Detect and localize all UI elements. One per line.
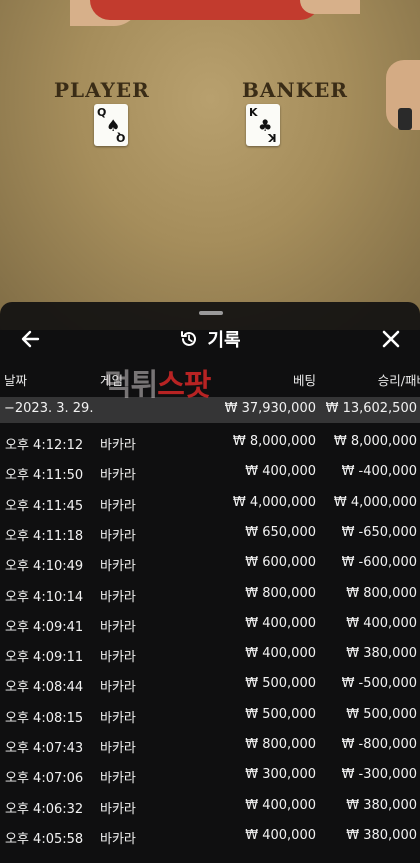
- history-row[interactable]: 오후 4:07:43 바카라 ₩ 800,000 ₩ -800,000: [0, 731, 420, 761]
- row-game: 바카라: [100, 438, 136, 453]
- row-time: 오후 4:12:12: [5, 438, 84, 453]
- history-row[interactable]: 오후 4:11:45 바카라 ₩ 4,000,000 ₩ 4,000,000: [0, 489, 420, 519]
- row-game: 바카라: [100, 710, 136, 726]
- summary-result-total: ₩ 13,602,500: [325, 401, 417, 416]
- history-row[interactable]: 오후 4:11:50 바카라 ₩ 400,000 ₩ -400,000: [0, 458, 420, 488]
- live-table-background: PLAYER BANKER Q ♠ Q K ♣ K: [0, 0, 420, 330]
- history-row[interactable]: 오후 4:09:41 바카라 ₩ 400,000 ₩ 400,000: [0, 610, 420, 640]
- column-header-result: 승리/패배: [377, 373, 420, 388]
- history-row[interactable]: 오후 4:09:11 바카라 ₩ 400,000 ₩ 380,000: [0, 640, 420, 670]
- row-bet: ₩ 400,000: [245, 615, 316, 631]
- history-row[interactable]: 오후 4:11:18 바카라 ₩ 650,000 ₩ -650,000: [0, 519, 420, 549]
- player-card: Q ♠ Q: [94, 104, 128, 146]
- row-game: 바카라: [100, 559, 136, 575]
- page-title: 기록: [207, 330, 241, 351]
- dealer-device: [398, 108, 412, 130]
- player-label: PLAYER: [54, 78, 150, 102]
- row-time: 오후 4:10:49: [5, 559, 84, 575]
- row-bet: ₩ 400,000: [245, 646, 316, 662]
- column-header-date: 날짜: [4, 373, 28, 388]
- row-bet: ₩ 300,000: [245, 767, 316, 783]
- row-game: 바카라: [100, 741, 136, 756]
- row-game: 바카라: [100, 589, 136, 605]
- dealer-dress: [90, 0, 320, 20]
- row-result: ₩ 500,000: [346, 706, 417, 722]
- row-time: 오후 4:08:44: [5, 680, 84, 696]
- banker-card: K ♣ K: [246, 104, 280, 146]
- site-watermark: 먹튀스팟: [104, 360, 211, 404]
- history-row[interactable]: 오후 4:08:15 바카라 ₩ 500,000 ₩ 500,000: [0, 701, 420, 731]
- row-result: ₩ 400,000: [346, 615, 417, 631]
- row-time: 오후 4:05:58: [5, 831, 84, 847]
- row-result: ₩ 4,000,000: [333, 494, 417, 510]
- row-game: 바카라: [100, 498, 136, 514]
- player-card-rank-bottom: Q: [115, 131, 125, 144]
- column-header-bet: 베팅: [292, 373, 316, 388]
- row-bet: ₩ 800,000: [245, 737, 316, 752]
- row-time: 오후 4:07:43: [5, 741, 84, 756]
- history-icon: [181, 331, 197, 346]
- row-result: ₩ 380,000: [346, 797, 417, 813]
- sheet-header: 기록: [0, 318, 420, 358]
- sheet-title-wrap: 기록: [0, 326, 420, 352]
- history-row[interactable]: 오후 4:05:58 바카라 ₩ 400,000 ₩ 380,000: [0, 822, 420, 852]
- row-bet: ₩ 500,000: [245, 706, 316, 722]
- row-bet: ₩ 400,000: [245, 464, 316, 480]
- row-game: 바카라: [100, 650, 136, 666]
- row-bet: ₩ 650,000: [245, 524, 316, 540]
- row-game: 바카라: [100, 468, 136, 484]
- row-bet: ₩ 400,000: [245, 827, 316, 843]
- row-time: 오후 4:11:50: [5, 468, 84, 484]
- row-game: 바카라: [100, 771, 136, 787]
- row-result: ₩ -600,000: [341, 555, 417, 571]
- row-result: ₩ -800,000: [341, 737, 417, 752]
- summary-bet-total: ₩ 37,930,000: [224, 401, 316, 416]
- dealer-arm-right: [300, 0, 360, 14]
- row-game: 바카라: [100, 801, 136, 817]
- row-game: 바카라: [100, 528, 136, 544]
- row-bet: ₩ 800,000: [245, 585, 316, 601]
- row-result: ₩ -650,000: [341, 524, 417, 540]
- row-result: ₩ -500,000: [341, 676, 417, 692]
- summary-date: −2023. 3. 29.: [4, 401, 94, 416]
- row-time: 오후 4:10:14: [5, 589, 84, 605]
- history-row[interactable]: 오후 4:08:44 바카라 ₩ 500,000 ₩ -500,000: [0, 670, 420, 700]
- row-game: 바카라: [100, 831, 136, 847]
- history-row[interactable]: 오후 4:10:14 바카라 ₩ 800,000 ₩ 800,000: [0, 580, 420, 610]
- sheet-drag-handle[interactable]: [199, 311, 223, 315]
- banker-label: BANKER: [242, 78, 348, 102]
- banker-card-rank-bottom: K: [268, 131, 277, 144]
- row-game: 바카라: [100, 619, 136, 635]
- history-row[interactable]: 오후 4:12:12 바카라 ₩ 8,000,000 ₩ 8,000,000: [0, 428, 420, 458]
- banker-card-rank: K: [249, 106, 258, 119]
- row-result: ₩ 380,000: [346, 646, 417, 662]
- row-time: 오후 4:07:06: [5, 771, 84, 787]
- row-result: ₩ -400,000: [341, 464, 417, 480]
- row-bet: ₩ 600,000: [245, 555, 316, 571]
- row-result: ₩ -300,000: [341, 767, 417, 783]
- watermark-part1: 먹튀: [104, 368, 158, 403]
- close-icon: [382, 330, 400, 348]
- row-bet: ₩ 500,000: [245, 676, 316, 692]
- row-time: 오후 4:11:18: [5, 528, 84, 544]
- row-time: 오후 4:11:45: [5, 498, 84, 514]
- row-bet: ₩ 400,000: [245, 797, 316, 813]
- row-result: ₩ 800,000: [346, 585, 417, 601]
- history-sheet: 기록 날짜 게임 베팅 승리/패배 −2023. 3. 29. ₩ 37,930…: [0, 302, 420, 863]
- close-button[interactable]: [378, 326, 404, 352]
- row-result: ₩ 8,000,000: [333, 434, 417, 449]
- row-bet: ₩ 4,000,000: [232, 494, 316, 510]
- history-row[interactable]: 오후 4:10:49 바카라 ₩ 600,000 ₩ -600,000: [0, 549, 420, 579]
- row-result: ₩ 380,000: [346, 827, 417, 843]
- history-row[interactable]: 오후 4:07:06 바카라 ₩ 300,000 ₩ -300,000: [0, 761, 420, 791]
- watermark-part2: 스팟: [157, 368, 211, 403]
- row-time: 오후 4:09:41: [5, 619, 84, 635]
- player-card-rank: Q: [97, 106, 107, 119]
- history-row[interactable]: 오후 4:06:32 바카라 ₩ 400,000 ₩ 380,000: [0, 792, 420, 822]
- row-game: 바카라: [100, 680, 136, 696]
- row-bet: ₩ 8,000,000: [232, 434, 316, 449]
- row-time: 오후 4:09:11: [5, 650, 84, 666]
- row-time: 오후 4:06:32: [5, 801, 84, 817]
- row-time: 오후 4:08:15: [5, 710, 84, 726]
